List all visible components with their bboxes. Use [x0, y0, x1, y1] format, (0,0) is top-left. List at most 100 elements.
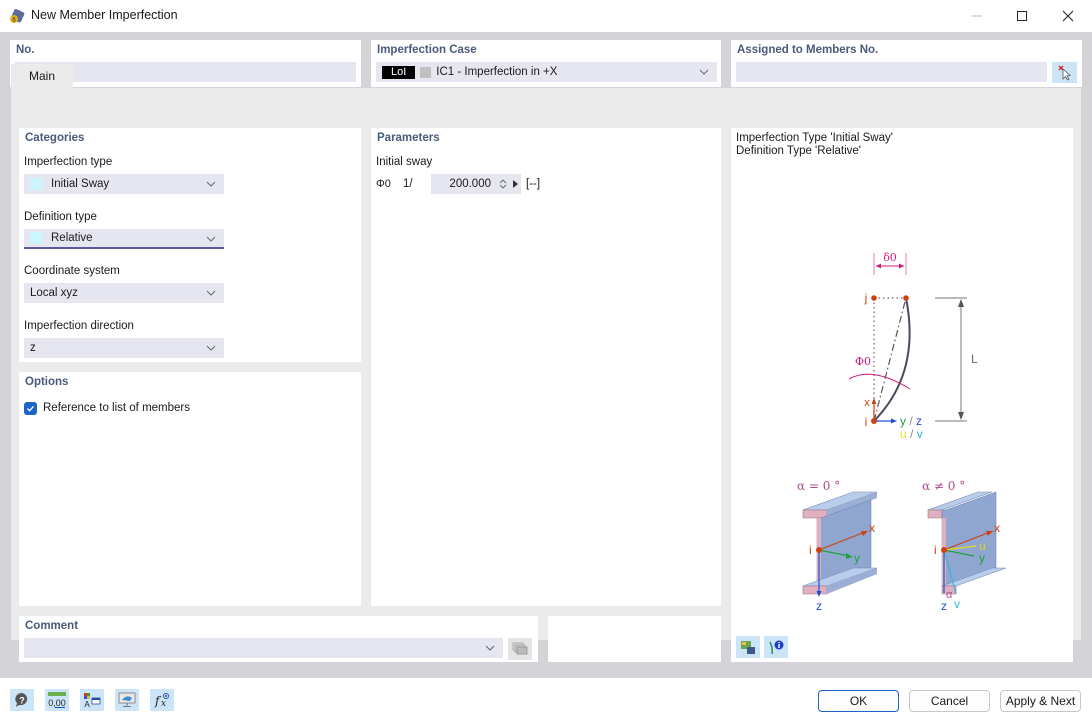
- imperfection-case-value: IC1 - Imperfection in +X: [436, 66, 558, 78]
- alpha-nonzero-label: α ≠ 0 °: [922, 479, 965, 493]
- imperfection-direction-select[interactable]: z: [24, 338, 224, 358]
- sec-y-label: y: [854, 551, 860, 565]
- formula-button[interactable]: f x: [150, 689, 174, 711]
- node-i-label: i: [865, 415, 868, 429]
- tab-main[interactable]: Main: [11, 64, 73, 88]
- definition-type-select[interactable]: Relative: [24, 229, 224, 249]
- help-icon: ?: [15, 692, 28, 707]
- sec-node-i: [816, 547, 822, 553]
- maximize-icon: [1017, 11, 1027, 21]
- parameters-title: Parameters: [377, 132, 440, 144]
- assigned-members-label: Assigned to Members No.: [737, 44, 879, 56]
- section-alpha-zero-diagram: α = 0 ° x y z i: [797, 479, 878, 613]
- tab-main-label: Main: [28, 69, 55, 83]
- section-alpha-nonzero-diagram: α ≠ 0 ° x u y z v α i: [922, 479, 1007, 613]
- chevron-down-icon: [206, 290, 216, 296]
- alpha-zero-label: α = 0 °: [797, 479, 840, 493]
- options-panel: Options Reference to list of members: [19, 372, 361, 606]
- maximize-button[interactable]: [999, 0, 1045, 32]
- play-arrow-icon[interactable]: [512, 180, 519, 188]
- imperfection-case-panel: Imperfection Case LoI IC1 - Imperfection…: [371, 40, 721, 87]
- parameters-panel: Parameters Initial sway Φ0 1/ 200.000 [-…: [371, 128, 721, 606]
- window-title: New Member Imperfection: [31, 8, 178, 22]
- units-button[interactable]: 0,00: [45, 689, 69, 711]
- help-button[interactable]: ?: [10, 689, 34, 711]
- ok-button[interactable]: OK: [818, 690, 899, 712]
- monitor-view-icon: [118, 692, 136, 707]
- svg-text:0,00: 0,00: [48, 698, 66, 708]
- length-dimension: [935, 297, 967, 422]
- sec-x-label: x: [869, 521, 875, 535]
- chevron-down-icon: [206, 181, 216, 187]
- phi0-symbol: Φ0: [376, 178, 391, 190]
- options-title: Options: [25, 376, 69, 388]
- imperfection-direction-value: z: [30, 342, 36, 354]
- display-properties-button[interactable]: A: [80, 689, 104, 711]
- sec-i-label-2: i: [934, 543, 937, 557]
- loi-badge: LoI: [382, 65, 416, 79]
- units-decimal-icon: 0,00: [48, 692, 66, 708]
- cancel-button-label: Cancel: [930, 694, 969, 708]
- initial-sway-label: Initial sway: [376, 156, 433, 168]
- top-flange-front: [802, 509, 828, 519]
- chevron-down-icon: [699, 69, 709, 75]
- app-icon: 6: [10, 9, 25, 24]
- initial-sway-input[interactable]: 200.000: [431, 174, 521, 194]
- definition-type-value: Relative: [51, 232, 93, 244]
- categories-title: Categories: [25, 132, 85, 144]
- spinner-icon[interactable]: [499, 178, 507, 190]
- phi-label: Φ0: [855, 355, 871, 368]
- assigned-members-panel: Assigned to Members No.: [731, 40, 1082, 87]
- preview-panel: Imperfection Type 'Initial Sway' Definit…: [731, 128, 1073, 662]
- select-members-button[interactable]: [1052, 62, 1077, 83]
- comment-title: Comment: [25, 620, 79, 632]
- imperfection-case-label: Imperfection Case: [377, 44, 477, 56]
- axis-uv-label: u / v: [900, 427, 923, 441]
- apply-next-button[interactable]: Apply & Next: [1000, 690, 1081, 712]
- close-icon: [1062, 10, 1074, 22]
- formula-icon: f x: [154, 693, 169, 708]
- info-icon: [769, 640, 784, 655]
- cancel-button[interactable]: Cancel: [909, 690, 990, 712]
- close-button[interactable]: [1045, 0, 1091, 32]
- sec-i-label: i: [809, 543, 812, 557]
- y-axis-arrowhead: [891, 418, 897, 424]
- preview-imperfection-type: Imperfection Type 'Initial Sway': [736, 132, 893, 144]
- minimize-icon: [972, 15, 982, 17]
- delta-label: δ0: [883, 251, 897, 264]
- axis-yz-label: y / z: [900, 414, 922, 428]
- node-j: [871, 295, 877, 301]
- categories-panel: Categories Imperfection type Initial Swa…: [19, 128, 361, 362]
- imperfection-case-select[interactable]: LoI IC1 - Imperfection in +X: [376, 62, 717, 82]
- initial-sway-diagram: δ0 Φ0 j i x y / z u / v L: [848, 251, 978, 441]
- sec-z-label: z: [816, 599, 822, 613]
- pick-cursor-icon: [1058, 65, 1071, 81]
- chevron-down-icon: [485, 645, 495, 651]
- comment-input[interactable]: [24, 638, 503, 658]
- imperfection-type-swatch: [30, 178, 42, 190]
- preview-info-button[interactable]: [764, 636, 788, 658]
- preview-image-button[interactable]: [736, 636, 760, 658]
- reference-to-list-checkbox[interactable]: [24, 402, 37, 415]
- node-j-end: [903, 295, 909, 301]
- reference-to-list-label: Reference to list of members: [43, 402, 191, 414]
- axis-x-label: x: [864, 397, 870, 409]
- sec-y-label-2: y: [979, 551, 985, 565]
- checkmark-icon: [27, 405, 34, 412]
- node-j-label: j: [864, 291, 868, 305]
- bottom-flange-front: [802, 585, 828, 595]
- number-label: No.: [16, 44, 35, 56]
- svg-text:x: x: [161, 699, 166, 708]
- view-button[interactable]: [115, 689, 139, 711]
- imperfection-type-select[interactable]: Initial Sway: [24, 174, 224, 194]
- imperfection-direction-label: Imperfection direction: [24, 320, 134, 332]
- coordinate-system-select[interactable]: Local xyz: [24, 283, 224, 303]
- assigned-members-input[interactable]: [736, 62, 1047, 82]
- sec-node-i: [941, 547, 947, 553]
- chevron-down-icon: [206, 236, 216, 242]
- comment-library-button[interactable]: [508, 638, 532, 660]
- definition-type-label: Definition type: [24, 211, 97, 223]
- minimize-button[interactable]: [954, 0, 1000, 32]
- imperfection-type-value: Initial Sway: [51, 178, 110, 190]
- title-bar: 6 New Member Imperfection: [0, 0, 1092, 32]
